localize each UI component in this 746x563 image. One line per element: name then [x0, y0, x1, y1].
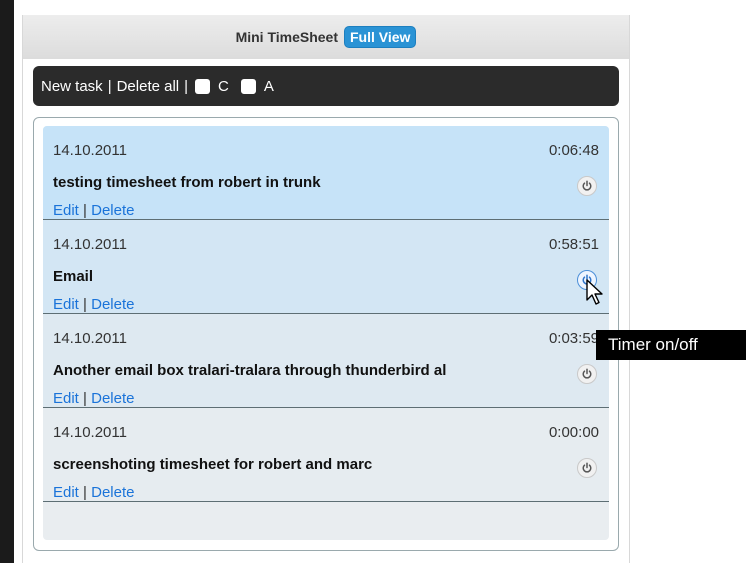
task-actions: Edit | Delete: [53, 202, 134, 219]
task-title: Email: [53, 268, 94, 285]
task-title: screenshoting timesheet for robert and m…: [53, 456, 373, 473]
task-date: 14.10.2011: [53, 424, 127, 441]
edit-link[interactable]: Edit: [53, 296, 79, 313]
task-title: testing timesheet from robert in trunk: [53, 174, 321, 191]
tooltip-text: Timer on/off: [608, 335, 698, 354]
task-row: 14.10.2011 0:00:00 screenshoting timeshe…: [43, 408, 609, 502]
task-actions: Edit | Delete: [53, 484, 134, 501]
task-actions: Edit | Delete: [53, 390, 134, 407]
power-icon: [582, 180, 592, 191]
widget-title: Mini TimeSheet: [235, 29, 338, 45]
delete-all-link[interactable]: Delete all: [117, 78, 180, 95]
timer-tooltip: Timer on/off: [596, 330, 746, 360]
action-separator: |: [83, 484, 87, 501]
edit-link[interactable]: Edit: [53, 484, 79, 501]
timer-toggle-button[interactable]: [577, 364, 597, 384]
task-list: 14.10.2011 0:06:48 testing timesheet fro…: [43, 126, 609, 540]
delete-link[interactable]: Delete: [91, 390, 134, 407]
task-list-frame: 14.10.2011 0:06:48 testing timesheet fro…: [33, 117, 619, 551]
new-task-link[interactable]: New task: [41, 78, 103, 95]
power-icon: [582, 462, 592, 473]
checkbox-c-label: C: [218, 77, 229, 95]
task-title: Another email box tralari-tralara throug…: [53, 362, 447, 379]
task-row: 14.10.2011 0:03:59 Another email box tra…: [43, 314, 609, 408]
task-duration: 0:58:51: [548, 236, 599, 253]
task-duration: 0:03:59: [548, 330, 599, 347]
task-toolbar: New task | Delete all | C A: [33, 66, 619, 106]
toolbar-separator: |: [107, 77, 112, 95]
widget-header: Mini TimeSheet Full View: [23, 15, 629, 59]
mouse-cursor-icon: [586, 279, 603, 305]
timer-toggle-button[interactable]: [577, 458, 597, 478]
checkbox-c[interactable]: [195, 78, 211, 94]
task-duration: 0:00:00: [548, 424, 599, 441]
checkbox-a[interactable]: [240, 78, 256, 94]
action-separator: |: [83, 390, 87, 407]
delete-link[interactable]: Delete: [91, 296, 134, 313]
mini-timesheet-widget: Mini TimeSheet Full View New task | Dele…: [22, 15, 630, 563]
edit-link[interactable]: Edit: [53, 390, 79, 407]
delete-link[interactable]: Delete: [91, 484, 134, 501]
task-actions: Edit | Delete: [53, 296, 134, 313]
edit-link[interactable]: Edit: [53, 202, 79, 219]
checkbox-a-label: A: [263, 77, 274, 95]
action-separator: |: [83, 296, 87, 313]
delete-link[interactable]: Delete: [91, 202, 134, 219]
timer-toggle-button[interactable]: [577, 176, 597, 196]
task-date: 14.10.2011: [53, 236, 127, 253]
power-icon: [582, 368, 592, 379]
task-row: 14.10.2011 0:58:51 Email Edit | Delete: [43, 220, 609, 314]
task-date: 14.10.2011: [53, 142, 127, 159]
task-duration: 0:06:48: [548, 142, 599, 159]
task-date: 14.10.2011: [53, 330, 127, 347]
action-separator: |: [83, 202, 87, 219]
full-view-button[interactable]: Full View: [344, 26, 417, 48]
toolbar-separator: |: [184, 77, 189, 95]
task-row: 14.10.2011 0:06:48 testing timesheet fro…: [43, 126, 609, 220]
